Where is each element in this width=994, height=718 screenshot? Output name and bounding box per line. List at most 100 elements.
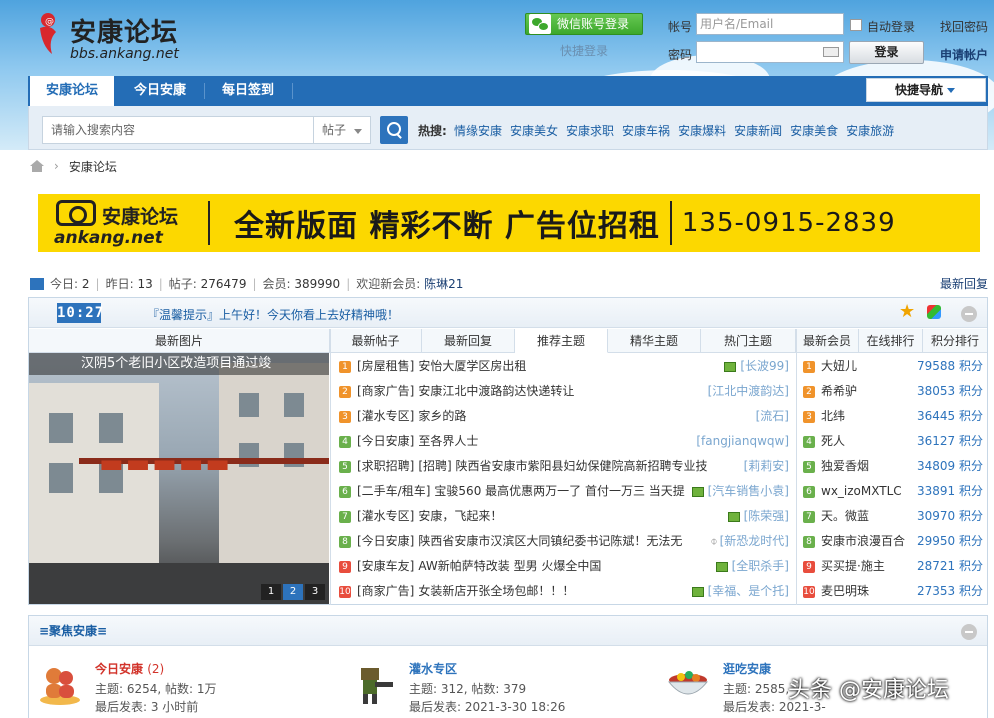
member-row[interactable]: 7 天。微蓝 30970 积分 xyxy=(797,504,987,529)
ad-banner[interactable]: 安康论坛 ankang.net 全新版面 精彩不断 广告位招租 135-0915… xyxy=(38,194,980,252)
thread-title[interactable]: 安康，飞起来！ xyxy=(418,504,502,529)
nav-tab-checkin[interactable]: 每日签到 xyxy=(206,76,290,106)
member-name[interactable]: 大妞儿 xyxy=(821,354,857,379)
member-row[interactable]: 2 希希驴 38053 积分 xyxy=(797,379,987,404)
thread-title[interactable]: 女装新店开张全场包邮！！！ xyxy=(418,579,574,604)
thread-author[interactable]: [汽车销售小袁] xyxy=(708,484,789,498)
member-name[interactable]: 北纬 xyxy=(821,404,845,429)
thread-category[interactable]: [求职招聘] xyxy=(357,454,414,479)
account-input[interactable]: 用户名/Email xyxy=(696,13,844,35)
member-row[interactable]: 5 独爱香烟 34809 积分 xyxy=(797,454,987,479)
forum-card[interactable]: 今日安康 (2) 主题: 6254, 帖数: 1万 最后发表: 3 小时前 xyxy=(37,660,337,718)
thread-row[interactable]: 1 [房屋租售] 安怡大厦学区房出租 [长波99] xyxy=(331,354,795,379)
thread-author[interactable]: [莉莉安] xyxy=(744,459,789,473)
tab-points-rank[interactable]: 积分排行 xyxy=(923,329,987,353)
login-button[interactable]: 登录 xyxy=(849,41,924,64)
thread-row[interactable]: 9 [安康车友] AW新帕萨特改装 型男 火爆全中国 [全职杀手] xyxy=(331,554,795,579)
register-link[interactable]: 申请帐户 xyxy=(940,46,988,63)
keyboard-icon[interactable] xyxy=(823,47,839,57)
member-name[interactable]: 希希驴 xyxy=(821,379,857,404)
quick-nav-dropdown[interactable]: 快捷导航 xyxy=(866,78,986,102)
forum-card[interactable]: 灌水专区 主题: 312, 帖数: 379 最后发表: 2021-3-30 18… xyxy=(351,660,651,718)
thread-category[interactable]: [今日安康] xyxy=(357,429,414,454)
hot-search-link[interactable]: 安康车祸 xyxy=(622,122,670,139)
thread-title[interactable]: 宝骏560 最高优惠两万一了 首付一万三 当天提 xyxy=(434,479,684,504)
hot-search-link[interactable]: 情缘安康 xyxy=(454,122,502,139)
member-row[interactable]: 8 安康市浪漫百合 29950 积分 xyxy=(797,529,987,554)
thread-title[interactable]: 陕西省安康市汉滨区大同镇纪委书记陈斌！无法无 xyxy=(418,529,682,554)
hot-search-link[interactable]: 安康求职 xyxy=(566,122,614,139)
member-name[interactable]: 独爱香烟 xyxy=(821,454,869,479)
member-row[interactable]: 10 麦巴明珠 27353 积分 xyxy=(797,579,987,604)
thread-row[interactable]: 7 [灌水专区] 安康，飞起来！ [陈荣强] xyxy=(331,504,795,529)
thread-category[interactable]: [房屋租售] xyxy=(357,354,414,379)
thread-author[interactable]: [长波99] xyxy=(740,359,789,373)
forum-name[interactable]: 灌水专区 xyxy=(409,660,457,677)
thread-title[interactable]: 家乡的路 xyxy=(418,404,466,429)
hot-search-link[interactable]: 安康爆料 xyxy=(678,122,726,139)
tab-recommended[interactable]: 推荐主题 xyxy=(515,329,608,353)
tab-featured[interactable]: 精华主题 xyxy=(608,329,701,353)
pager-item[interactable]: 1 xyxy=(261,584,281,600)
home-icon[interactable] xyxy=(30,160,44,172)
thread-title[interactable]: AW新帕萨特改装 型男 火爆全中国 xyxy=(418,554,601,579)
search-scope-select[interactable]: 帖子 xyxy=(313,116,371,144)
quick-login-link[interactable]: 快捷登录 xyxy=(560,42,608,59)
member-row[interactable]: 6 wx_izoMXTLC 33891 积分 xyxy=(797,479,987,504)
star-icon[interactable]: ★ xyxy=(899,303,915,321)
thread-author[interactable]: [流石] xyxy=(756,409,789,423)
thread-title[interactable]: [招聘] 陕西省安康市紫阳县妇幼保健院高新招聘专业技 xyxy=(418,454,707,479)
thread-row[interactable]: 4 [今日安康] 至各界人士 [fangjianqwqw] xyxy=(331,429,795,454)
tab-latest-replies[interactable]: 最新回复 xyxy=(422,329,515,353)
latest-reply-link[interactable]: 最新回复 xyxy=(940,275,988,292)
thread-row[interactable]: 8 [今日安康] 陕西省安康市汉滨区大同镇纪委书记陈斌！无法无 ⌽ [新恐龙时代] xyxy=(331,529,795,554)
tab-online-rank[interactable]: 在线排行 xyxy=(859,329,923,353)
pager-item[interactable]: 2 xyxy=(283,584,303,600)
hot-search-link[interactable]: 安康美女 xyxy=(510,122,558,139)
tab-latest-posts[interactable]: 最新帖子 xyxy=(330,329,422,353)
thread-author[interactable]: [幸福、是个托] xyxy=(708,584,789,598)
member-row[interactable]: 4 死人 36127 积分 xyxy=(797,429,987,454)
member-row[interactable]: 1 大妞儿 79588 积分 xyxy=(797,354,987,379)
nav-tab-forum[interactable]: 安康论坛 xyxy=(30,76,114,106)
thread-author[interactable]: [江北中渡韵达] xyxy=(708,384,789,398)
thread-row[interactable]: 2 [商家广告] 安康江北中渡路韵达快递转让 [江北中渡韵达] xyxy=(331,379,795,404)
collapse-icon[interactable] xyxy=(961,624,977,640)
thread-author[interactable]: [陈荣强] xyxy=(744,509,789,523)
search-input[interactable]: 请输入搜索内容 xyxy=(42,116,314,144)
new-member-link[interactable]: 陈琳21 xyxy=(424,275,463,292)
hot-search-link[interactable]: 安康旅游 xyxy=(846,122,894,139)
forum-last-post[interactable]: 最后发表: 3 小时前 xyxy=(95,698,198,715)
photo-caption[interactable]: 汉阴5个老旧小区改造项目通过竣 xyxy=(29,353,329,375)
thread-title[interactable]: 安康江北中渡路韵达快递转让 xyxy=(418,379,574,404)
auto-login-checkbox[interactable] xyxy=(850,19,862,31)
member-row[interactable]: 3 北纬 36445 积分 xyxy=(797,404,987,429)
thread-row[interactable]: 5 [求职招聘] [招聘] 陕西省安康市紫阳县妇幼保健院高新招聘专业技 [莉莉安] xyxy=(331,454,795,479)
forum-name[interactable]: 逛吃安康 xyxy=(723,660,771,677)
thread-category[interactable]: [今日安康] xyxy=(357,529,414,554)
thread-author[interactable]: [新恐龙时代] xyxy=(720,534,789,548)
thread-author[interactable]: [fangjianqwqw] xyxy=(696,434,789,448)
member-name[interactable]: 麦巴明珠 xyxy=(821,579,869,604)
thread-category[interactable]: [二手车/租车] xyxy=(357,479,430,504)
tab-hot[interactable]: 热门主题 xyxy=(701,329,796,353)
site-logo[interactable]: @ 安康论坛 bbs.ankang.net xyxy=(34,10,204,62)
member-name[interactable]: 天。微蓝 xyxy=(821,504,869,529)
thread-title[interactable]: 至各界人士 xyxy=(418,429,478,454)
thread-title[interactable]: 安怡大厦学区房出租 xyxy=(418,354,526,379)
member-row[interactable]: 9 买买提·施主 28721 积分 xyxy=(797,554,987,579)
nav-tab-today[interactable]: 今日安康 xyxy=(118,76,202,106)
thread-category[interactable]: [灌水专区] xyxy=(357,504,414,529)
thread-row[interactable]: 3 [灌水专区] 家乡的路 [流石] xyxy=(331,404,795,429)
featured-photo[interactable]: ▬▬▬▬▬ 汉阴5个老旧小区改造项目通过竣 1 2 3 xyxy=(29,353,329,604)
forum-last-post[interactable]: 最后发表: 2021-3-30 18:26 xyxy=(409,698,565,715)
tab-latest-images[interactable]: 最新图片 xyxy=(29,329,330,353)
thread-author[interactable]: [全职杀手] xyxy=(732,559,789,573)
thread-row[interactable]: 6 [二手车/租车] 宝骏560 最高优惠两万一了 首付一万三 当天提 [汽车销售小袁… xyxy=(331,479,795,504)
member-name[interactable]: 安康市浪漫百合 xyxy=(821,529,905,554)
wechat-login-button[interactable]: 微信账号登录 xyxy=(525,13,643,35)
find-password-link[interactable]: 找回密码 xyxy=(940,18,988,35)
thread-category[interactable]: [灌水专区] xyxy=(357,404,414,429)
hot-search-link[interactable]: 安康新闻 xyxy=(734,122,782,139)
member-name[interactable]: 死人 xyxy=(821,429,845,454)
